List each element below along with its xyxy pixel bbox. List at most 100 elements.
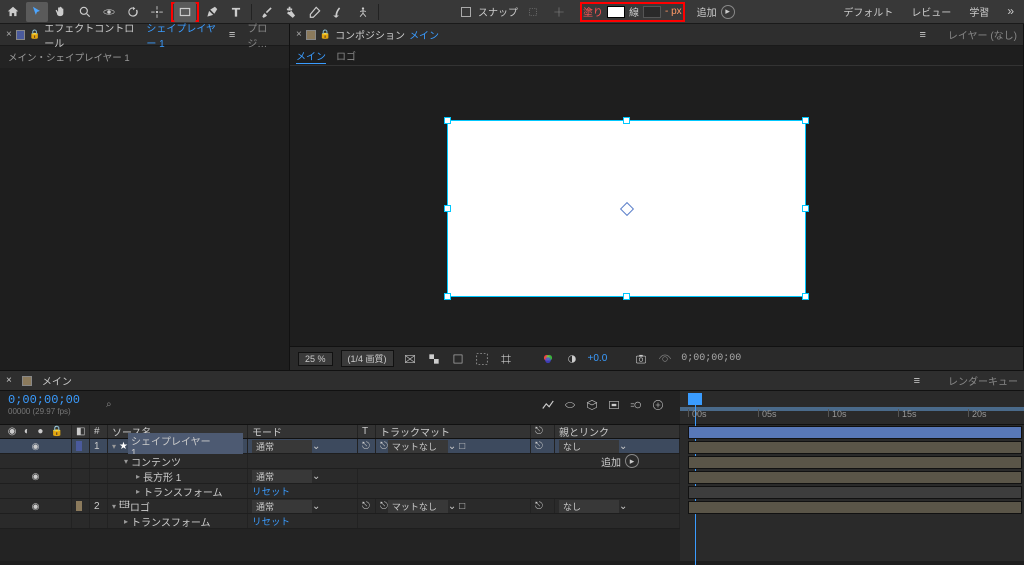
fill-swatch[interactable]	[607, 6, 625, 18]
roto-tool[interactable]	[328, 2, 350, 22]
mode-dropdown[interactable]: 通常	[252, 500, 312, 513]
vb-transparency[interactable]	[426, 351, 442, 367]
tl-icon-graph[interactable]	[540, 397, 556, 413]
panel-close[interactable]: ×	[6, 29, 12, 40]
twirl-icon[interactable]: ▸	[136, 472, 140, 481]
layer-prop-row[interactable]: ▸トランスフォーム リセット	[0, 484, 680, 499]
handle-tr[interactable]	[802, 117, 809, 124]
tl-icon-brainstorm[interactable]	[650, 397, 666, 413]
rotation-tool[interactable]	[122, 2, 144, 22]
twirl-icon[interactable]: ▾	[112, 502, 116, 511]
add-button[interactable]: ▸	[721, 5, 735, 19]
reset-link[interactable]: リセット	[252, 484, 290, 498]
orbit-tool[interactable]	[98, 2, 120, 22]
rectangle-tool[interactable]	[174, 2, 196, 22]
selection-tool[interactable]	[26, 2, 48, 22]
hand-tool[interactable]	[50, 2, 72, 22]
handle-t[interactable]	[623, 117, 630, 124]
lock-icon[interactable]: 🔒	[29, 29, 40, 40]
vb-roi[interactable]	[474, 351, 490, 367]
anchor-point[interactable]	[619, 201, 633, 215]
pickwhip-icon[interactable]: ⎋	[535, 501, 543, 512]
panel-menu[interactable]: ≡	[229, 29, 235, 41]
snap-opt1[interactable]	[522, 2, 544, 22]
layer-tab[interactable]: レイヤー (なし)	[948, 27, 1017, 42]
timeline-track-area[interactable]: 00s 05s 10s 15s 20s	[680, 391, 1024, 561]
pickwhip-icon[interactable]: ⎋	[535, 441, 543, 452]
ws-default[interactable]: デフォルト	[843, 4, 893, 19]
tab-project[interactable]: プロジ…	[247, 20, 283, 50]
eye-icon[interactable]: ◉	[32, 441, 40, 452]
hdr-solo-icon[interactable]: ●	[37, 426, 43, 437]
eye-icon[interactable]: ◉	[32, 501, 40, 512]
clone-tool[interactable]	[280, 2, 302, 22]
vb-channel[interactable]	[540, 351, 556, 367]
handle-tl[interactable]	[444, 117, 451, 124]
hdr-link-icon[interactable]: ⎋	[535, 426, 543, 437]
tl-tab-main[interactable]: メイン	[42, 373, 72, 388]
viewer-time[interactable]: 0;00;00;00	[681, 353, 741, 364]
layer-prop-row[interactable]: ▸トランスフォーム リセット	[0, 514, 680, 529]
comp-tab-main[interactable]: メイン	[296, 48, 326, 64]
vb-grid[interactable]	[498, 351, 514, 367]
comp-tab-logo[interactable]: ロゴ	[336, 48, 356, 63]
tl-icon-draft3d[interactable]	[584, 397, 600, 413]
pen-tool[interactable]	[201, 2, 223, 22]
text-tool[interactable]	[225, 2, 247, 22]
label-swatch[interactable]	[76, 441, 82, 451]
vb-exposure-reset[interactable]	[564, 351, 580, 367]
lock-icon[interactable]: 🔒	[320, 29, 331, 40]
layer-bar[interactable]	[688, 456, 1022, 469]
preserve-icon[interactable]: ⎋	[362, 501, 370, 512]
comp-link[interactable]: メイン	[409, 27, 439, 42]
ws-more[interactable]: »	[1007, 4, 1014, 19]
eye-icon[interactable]: ◉	[32, 471, 40, 482]
search-input[interactable]: ⌕	[106, 399, 532, 410]
panel-layer-link[interactable]: シェイプレイヤー 1	[146, 20, 225, 50]
tl-tab-render[interactable]: レンダーキュー	[948, 373, 1018, 388]
handle-l[interactable]	[444, 205, 451, 212]
layer-bar[interactable]	[688, 471, 1022, 484]
reset-link[interactable]: リセット	[252, 514, 290, 528]
tl-menu[interactable]: ≡	[914, 375, 920, 387]
vb-snapshot[interactable]	[633, 351, 649, 367]
exposure-value[interactable]: +0.0	[588, 353, 608, 364]
ws-review[interactable]: レビュー	[911, 4, 951, 19]
panel-close[interactable]: ×	[296, 29, 302, 40]
mode-dropdown[interactable]: 通常	[252, 440, 312, 453]
shape-layer-bbox[interactable]	[448, 121, 805, 296]
stroke-px[interactable]: - px	[665, 6, 682, 17]
snap-opt2[interactable]	[548, 2, 570, 22]
brush-tool[interactable]	[256, 2, 278, 22]
layer-bar[interactable]	[688, 441, 1022, 454]
handle-br[interactable]	[802, 293, 809, 300]
hdr-lock-icon[interactable]: 🔒	[51, 426, 63, 437]
hdr-visibility-icon[interactable]: ◉	[8, 426, 17, 437]
zoom-dropdown[interactable]: 25 %	[298, 352, 333, 366]
add-button[interactable]: ▸	[625, 454, 639, 468]
label-swatch[interactable]	[76, 501, 82, 511]
vb-mask[interactable]	[450, 351, 466, 367]
puppet-tool[interactable]	[352, 2, 374, 22]
panel-menu[interactable]: ≡	[919, 29, 925, 41]
mode-dropdown[interactable]: 通常	[252, 470, 312, 483]
layer-bar[interactable]	[688, 501, 1022, 514]
eraser-tool[interactable]	[304, 2, 326, 22]
home-button[interactable]	[2, 2, 24, 22]
parent-dropdown[interactable]: なし	[559, 440, 619, 453]
hdr-audio-icon[interactable]: ◐	[24, 426, 30, 437]
handle-r[interactable]	[802, 205, 809, 212]
parent-dropdown[interactable]: なし	[559, 500, 619, 513]
layer-name[interactable]: ロゴ	[130, 499, 150, 514]
playhead[interactable]	[688, 393, 702, 405]
zoom-tool[interactable]	[74, 2, 96, 22]
trackmatte-dropdown[interactable]: マットなし	[388, 440, 448, 453]
preserve-icon[interactable]: ⎋	[362, 441, 370, 452]
tl-close[interactable]: ×	[6, 375, 12, 386]
handle-b[interactable]	[623, 293, 630, 300]
layer-prop-row[interactable]: ◉ ▸長方形 1 通常 ⌄	[0, 469, 680, 484]
tl-icon-frame-blend[interactable]	[606, 397, 622, 413]
twirl-icon[interactable]: ▾	[124, 457, 128, 466]
snap-checkbox[interactable]	[461, 7, 471, 17]
twirl-icon[interactable]: ▸	[136, 487, 140, 496]
